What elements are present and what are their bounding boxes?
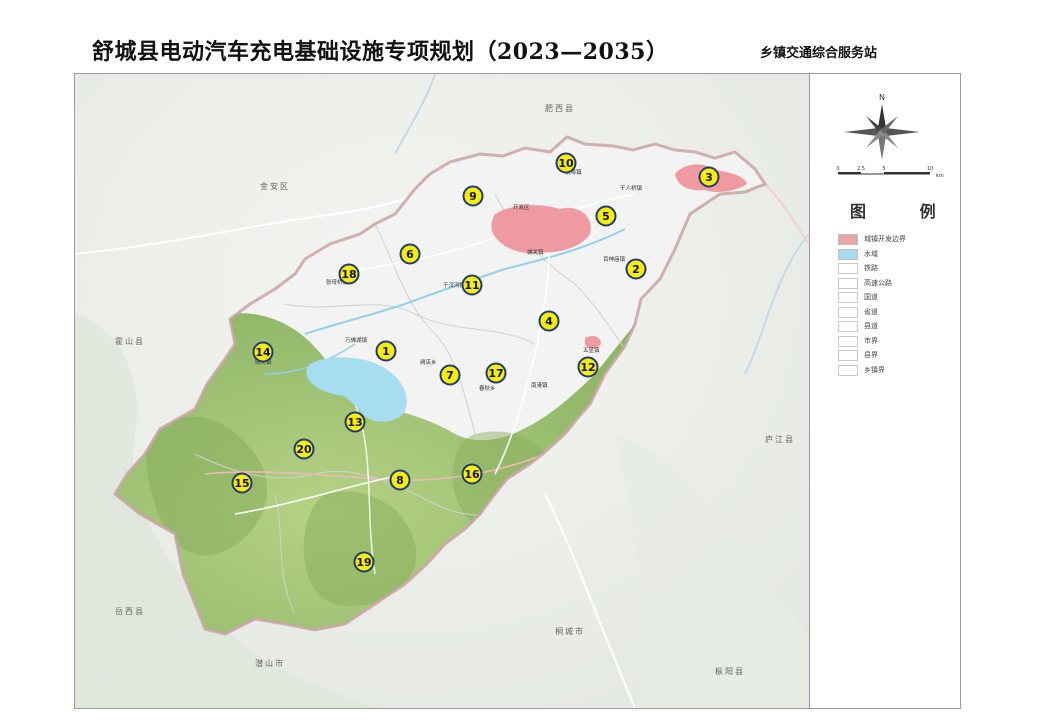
legend-label: 铁路 [864,264,878,272]
neighbor-label: 岳西县 [115,606,145,616]
marker-number: 4 [545,315,553,328]
legend-swatch [838,335,858,347]
town-label: 干人桥镇 [620,184,643,192]
marker-number: 1 [382,345,390,358]
town-label: 城关镇 [527,248,544,256]
charging-station-marker[interactable]: 10 [555,152,577,174]
marker-number: 11 [464,279,479,292]
legend-label: 省道 [864,307,878,316]
scale-tick: 10 [927,166,933,172]
legend-label: 市界 [864,336,878,345]
marker-number: 7 [446,369,454,382]
marker-number: 9 [469,190,477,203]
marker-number: 17 [488,367,503,380]
legend-label: 城镇开发边界 [864,235,906,243]
marker-number: 8 [396,474,404,487]
map-title: 舒城县电动汽车充电基础设施专项规划（2023—2035） [92,39,669,65]
marker-number: 15 [234,477,249,490]
neighbor-label: 金安区 [260,181,290,191]
legend-label: 县界 [864,351,878,359]
charging-station-marker[interactable]: 1 [375,340,397,362]
town-label: 开发区 [513,203,530,211]
charging-station-marker[interactable]: 11 [461,274,483,296]
charging-station-marker[interactable]: 4 [538,310,560,332]
charging-station-marker[interactable]: 3 [698,166,720,188]
legend-swatch [838,292,858,303]
charging-station-marker[interactable]: 12 [577,356,599,378]
town-label: 春秋乡 [479,384,496,392]
legend-swatch [838,321,858,332]
legend-label: 乡镇界 [864,365,885,374]
legend-swatch [838,248,858,260]
map-canvas[interactable]: 肥西县金安区霍山县庐江县岳西县潜山市桐城市枞阳县 杭埠镇干人桥镇开发区城关镇百神… [75,74,809,708]
legend-label: 县道 [864,322,878,330]
legend-swatch [838,306,858,318]
legend-swatch [838,234,858,245]
marker-number: 16 [464,468,480,481]
scale-unit: km [936,173,944,179]
town-label: 南港镇 [531,381,548,389]
charging-station-marker[interactable]: 9 [462,185,484,207]
scale-tick: 0 [836,166,839,172]
charging-station-marker[interactable]: 18 [338,263,360,285]
legend-label: 水域 [864,249,878,258]
charging-station-marker[interactable]: 16 [461,463,483,485]
map-frame: 肥西县 金安区 霍山县 庐江县 岳西县 潜山市 桐城市 枞阳县 杭埠镇 干人桥镇 开发区 城关镇 百神… [74,73,961,709]
north-label: N [879,93,885,102]
charging-station-marker[interactable]: 5 [595,205,617,227]
marker-number: 12 [580,361,595,374]
legend-label: 国道 [864,293,878,301]
charging-station-marker[interactable]: 19 [353,551,375,573]
legend-swatch [838,277,858,289]
marker-number: 6 [406,248,414,261]
charging-station-marker[interactable]: 2 [625,258,647,280]
compass-rose: N 0 2.5 5 10 km [836,93,944,179]
legend-swatch [838,263,858,274]
neighbor-label: 肥西县 [545,104,575,113]
charging-station-marker[interactable]: 13 [344,411,366,433]
town-label: 五显镇 [583,346,600,354]
scale-tick: 2.5 [857,166,865,172]
neighbor-label: 枞阳县 [715,666,745,676]
marker-number: 3 [705,171,713,184]
charging-station-marker[interactable]: 8 [389,469,411,491]
legend-swatch [838,350,858,361]
charging-station-marker[interactable]: 6 [399,243,421,265]
legend-label: 高速公路 [864,278,892,287]
marker-number: 13 [347,416,362,429]
legend-title: 图 例 [850,202,960,221]
marker-number: 2 [632,263,640,276]
marker-number: 14 [255,346,271,359]
legend-swatch [838,364,858,376]
marker-number: 5 [602,210,610,223]
neighbor-label: 庐江县 [765,434,795,444]
marker-number: 19 [356,556,371,569]
town-label: 百神庙镇 [603,255,626,263]
charging-station-marker[interactable]: 7 [439,364,461,386]
marker-number: 18 [341,268,356,281]
map-subtitle: 乡镇交通综合服务站 [760,46,878,61]
scale-tick: 5 [882,166,885,172]
charging-station-marker[interactable]: 20 [293,438,315,460]
marker-number: 20 [296,443,312,456]
neighbor-label: 潜山市 [255,658,285,668]
marker-number: 10 [558,157,574,170]
town-label: 万佛湖镇 [345,336,368,344]
town-label: 阙店乡 [420,358,437,366]
charging-station-marker[interactable]: 15 [231,472,253,494]
neighbor-label: 霍山县 [115,336,145,346]
neighbor-label: 桐城市 [555,626,585,636]
charging-station-marker[interactable]: 17 [485,362,507,384]
charging-station-marker[interactable]: 14 [252,341,274,363]
legend-panel: N 0 2.5 5 10 km 图 例 城镇开发边界 水域铁路高速公路国道省道县道… [809,74,960,708]
